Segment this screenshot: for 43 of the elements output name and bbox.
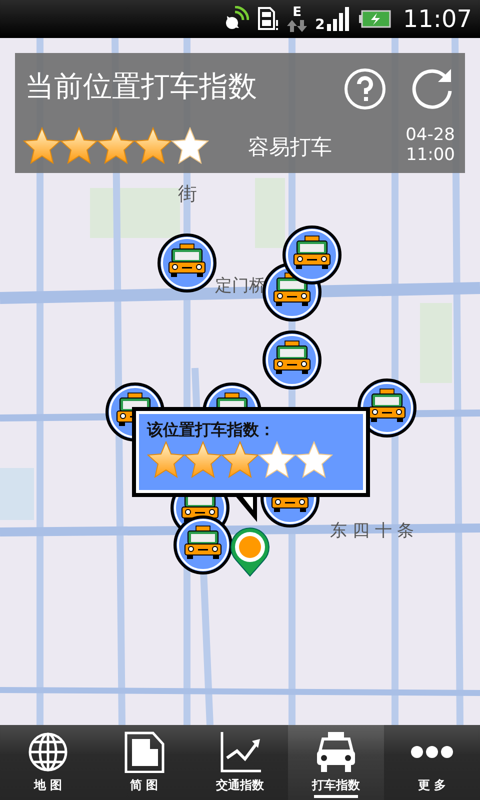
- street-label: 街: [178, 182, 197, 207]
- network-type-text: E: [292, 6, 302, 18]
- data-arrows-icon: [287, 18, 308, 32]
- more-icon: [411, 746, 453, 758]
- water-area: [0, 468, 34, 520]
- globe-icon: [26, 731, 70, 773]
- signal-icon: [326, 6, 351, 32]
- star-icon: [171, 127, 209, 165]
- help-icon[interactable]: [344, 68, 386, 110]
- taxi-marker-icon[interactable]: [262, 330, 322, 390]
- star-icon: [258, 441, 296, 480]
- taxi-marker-icon[interactable]: [173, 515, 233, 575]
- park-area: [255, 178, 285, 248]
- battery-icon: [358, 10, 391, 28]
- callout-title: 该位置打车指数：: [147, 420, 276, 440]
- star-icon: [221, 441, 259, 480]
- rating-text: 容易打车: [248, 135, 332, 160]
- star-icon: [60, 127, 98, 165]
- nav-tab[interactable]: 更 多: [384, 725, 480, 800]
- nav-tab[interactable]: 地 图: [0, 725, 96, 800]
- star-icon: [23, 127, 61, 165]
- star-icon: [147, 441, 185, 480]
- star-icon: [97, 127, 135, 165]
- satellite-icon: [223, 6, 250, 32]
- star-icon: [295, 441, 333, 480]
- signal-slot-text: 2: [315, 18, 325, 32]
- line-chart-icon: [218, 731, 262, 773]
- star-icon: [134, 127, 172, 165]
- taxi-marker-icon[interactable]: [157, 233, 217, 293]
- star-icon: [184, 441, 222, 480]
- taxi-marker-icon[interactable]: [282, 225, 342, 285]
- document-icon: [122, 731, 166, 773]
- place-label: 东 四 十 条: [330, 523, 414, 540]
- panel-title: 当前位置打车指数: [25, 69, 257, 104]
- sim-card-icon: [257, 6, 280, 32]
- location-pin-icon: [228, 526, 272, 578]
- clock-time: 11:07: [402, 7, 472, 31]
- update-date: 04-28: [406, 125, 455, 146]
- taxi-icon: [314, 731, 358, 773]
- nav-tab[interactable]: 简 图: [96, 725, 192, 800]
- nav-tab[interactable]: 交通指数: [192, 725, 288, 800]
- update-time: 11:00: [406, 145, 455, 166]
- nav-tab[interactable]: 打车指数: [288, 725, 384, 800]
